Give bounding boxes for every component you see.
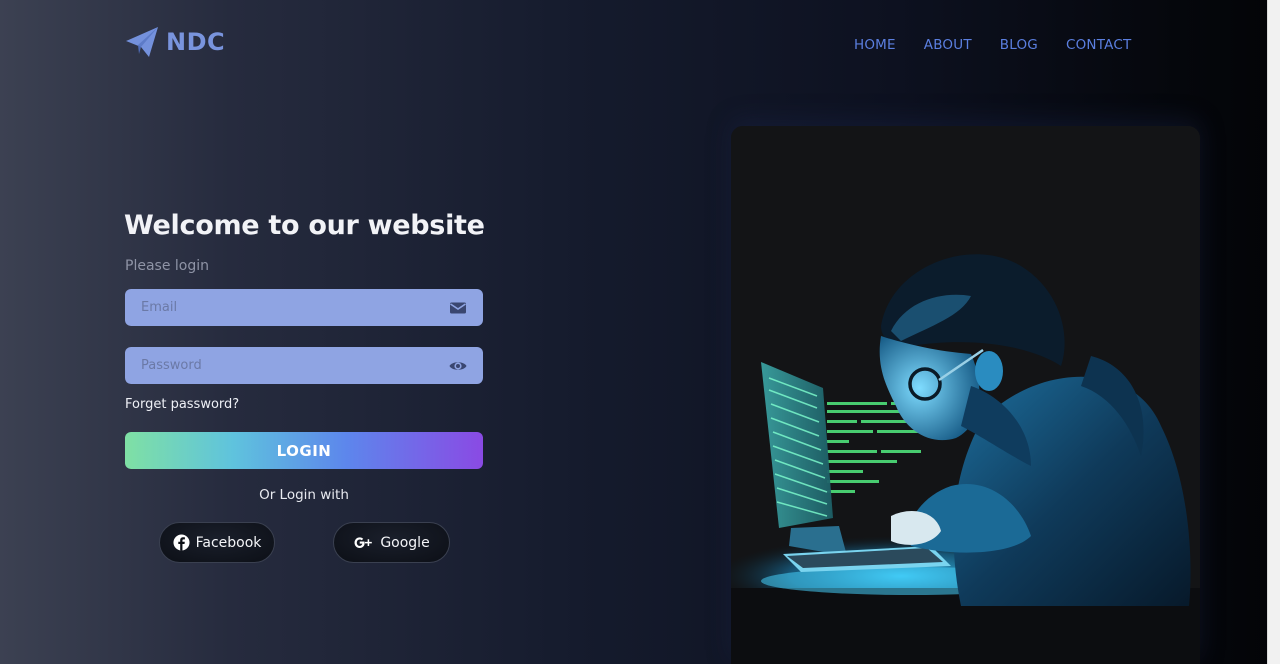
brand-name: NDC	[166, 28, 226, 56]
nav-contact[interactable]: CONTACT	[1066, 36, 1131, 54]
google-label: Google	[380, 534, 430, 551]
paper-plane-icon	[126, 27, 158, 57]
eye-icon[interactable]	[449, 357, 467, 375]
nav-about[interactable]: ABOUT	[924, 36, 972, 54]
or-login-label: Or Login with	[259, 487, 349, 503]
password-input[interactable]	[125, 347, 425, 384]
facebook-login-button[interactable]: Facebook	[159, 522, 275, 563]
nav-home[interactable]: HOME	[854, 36, 896, 54]
main-nav: HOME ABOUT BLOG CONTACT	[854, 36, 1159, 54]
envelope-icon	[450, 302, 466, 314]
facebook-icon	[173, 534, 190, 551]
google-login-button[interactable]: Google	[333, 522, 450, 563]
password-field-wrapper	[125, 347, 483, 384]
boy-coding-illustration	[731, 126, 1200, 664]
hero-image-card	[731, 126, 1200, 664]
page: NDC HOME ABOUT BLOG CONTACT Welcome to o…	[0, 0, 1280, 664]
nav-blog[interactable]: BLOG	[1000, 36, 1038, 54]
login-button[interactable]: LOGIN	[125, 432, 483, 469]
scrollbar-thumb[interactable]	[1270, 0, 1278, 664]
brand-logo[interactable]: NDC	[124, 24, 225, 60]
email-field-wrapper	[125, 289, 483, 326]
page-scrollbar[interactable]	[1267, 0, 1280, 664]
page-title: Welcome to our website	[124, 210, 485, 241]
forget-password-link[interactable]: Forget password?	[125, 397, 239, 412]
google-plus-icon	[354, 537, 373, 548]
login-subtitle: Please login	[125, 258, 209, 274]
email-input[interactable]	[125, 289, 425, 326]
facebook-label: Facebook	[195, 534, 262, 551]
